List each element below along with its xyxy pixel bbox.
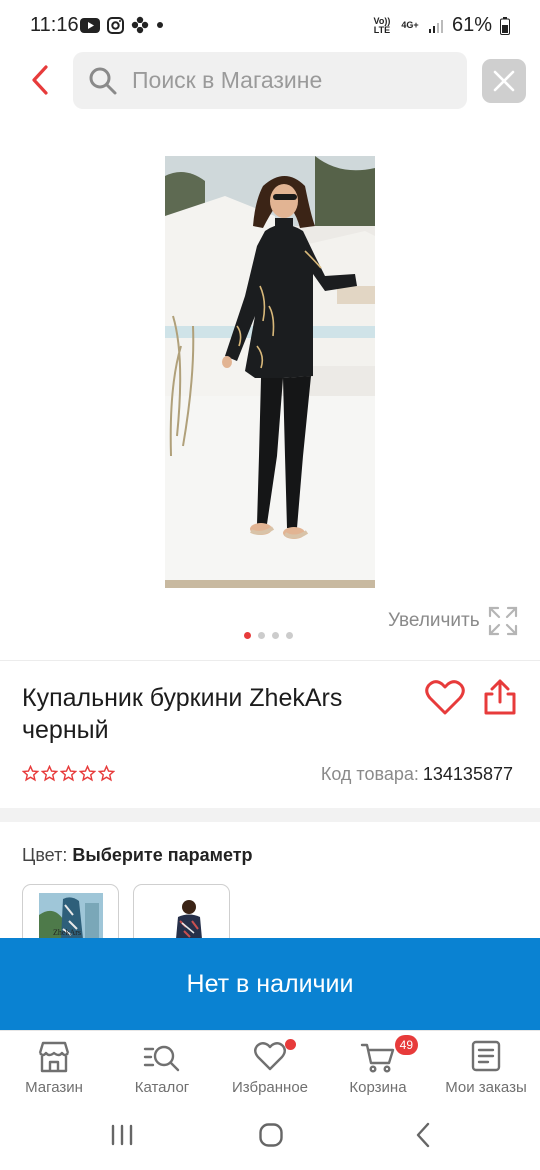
product-image[interactable] (165, 156, 375, 588)
system-navigation-bar (0, 1110, 540, 1170)
bottom-navigation: Магазин Каталог Избранное 49 Корзина Мои… (0, 1030, 540, 1110)
zoom-label: Увеличить (388, 610, 480, 631)
status-bar: 11:16 Vo)) LTE 4G+ 61% (0, 0, 540, 50)
status-right: Vo)) LTE 4G+ 61% (372, 14, 510, 37)
orders-icon (471, 1040, 501, 1072)
heart-icon (425, 680, 465, 715)
rating-stars (22, 765, 115, 782)
zoom-button[interactable]: Увеличить (388, 606, 518, 636)
close-icon (493, 70, 515, 92)
nav-item-store[interactable]: Магазин (0, 1039, 108, 1096)
pagination-dot[interactable] (244, 632, 251, 639)
signal-icon (428, 19, 443, 33)
pagination-dot[interactable] (258, 632, 265, 639)
cart-badge: 49 (394, 1035, 418, 1055)
volte-label: Vo)) LTE (373, 15, 391, 35)
recent-apps-icon[interactable] (110, 1124, 134, 1146)
status-time: 11:16 (30, 14, 79, 36)
battery-icon (500, 16, 510, 35)
instagram-icon (107, 16, 124, 34)
search-icon (89, 67, 117, 94)
nav-item-favorites[interactable]: Избранное (216, 1039, 324, 1096)
search-input[interactable] (132, 67, 452, 94)
pagination-dot[interactable] (286, 632, 293, 639)
color-value: Выберите параметр (72, 845, 253, 865)
battery-percent: 61% (451, 14, 492, 36)
color-label: Цвет: (22, 845, 68, 865)
section-separator (0, 808, 540, 822)
nav-label: Каталог (134, 1079, 190, 1096)
network-type: 4G+ (401, 20, 419, 30)
search-box[interactable] (73, 52, 467, 109)
star-icon (60, 765, 77, 782)
sku-value: 134135877 (422, 764, 513, 784)
divider (0, 660, 540, 661)
star-icon (98, 765, 115, 782)
cart-icon (360, 1043, 395, 1073)
nav-label: Избранное (231, 1079, 309, 1096)
heart-icon (254, 1042, 286, 1071)
close-button[interactable] (482, 59, 526, 103)
nav-label: Корзина (349, 1079, 407, 1096)
app-header (0, 50, 540, 114)
star-icon (41, 765, 58, 782)
sku-label: Код товара: (320, 764, 419, 784)
out-of-stock-button[interactable]: Нет в наличии (0, 938, 540, 1030)
notification-icons (80, 16, 164, 34)
back-button[interactable] (22, 60, 58, 100)
gallery-pagination (244, 632, 293, 639)
share-icon (484, 679, 516, 715)
nav-item-cart[interactable]: 49 Корзина (324, 1035, 432, 1096)
product-sku: Код товара: 134135877 (321, 764, 513, 785)
color-selector-label: Цвет: Выберите параметр (22, 845, 253, 866)
pagination-dot[interactable] (272, 632, 279, 639)
youtube-icon (80, 17, 100, 33)
more-notifications-icon (157, 22, 163, 28)
nav-item-orders[interactable]: Мои заказы (432, 1039, 540, 1096)
share-button[interactable] (482, 678, 522, 718)
home-icon[interactable] (258, 1122, 284, 1148)
star-icon (22, 765, 39, 782)
product-title: Купальник буркини ZhekArs черный (22, 684, 343, 744)
chevron-left-icon (32, 65, 48, 95)
product-photo (165, 156, 375, 588)
catalog-search-icon (143, 1045, 180, 1072)
nav-item-catalog[interactable]: Каталог (108, 1039, 216, 1096)
expand-icon (488, 606, 517, 636)
back-nav-icon[interactable] (414, 1122, 432, 1148)
nav-label: Мои заказы (445, 1079, 527, 1096)
favorite-button[interactable] (424, 678, 466, 718)
star-icon (79, 765, 96, 782)
notification-dot (285, 1039, 296, 1050)
nav-label: Магазин (25, 1079, 83, 1096)
store-icon (38, 1041, 70, 1073)
flower-app-icon (131, 16, 149, 34)
thumb-brand-text: ZhekArs (53, 928, 81, 937)
